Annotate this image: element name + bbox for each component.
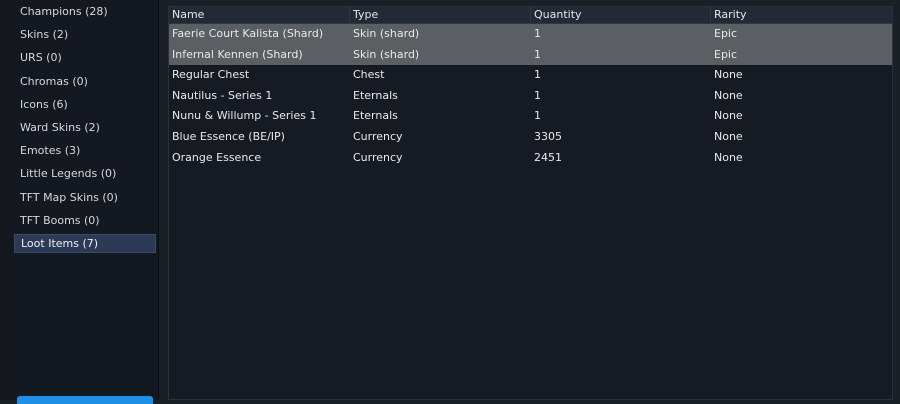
cell-quantity: 1 — [534, 27, 541, 40]
cell-quantity: 1 — [534, 68, 541, 82]
table-row[interactable]: Regular Chest Chest 1 None — [169, 65, 892, 86]
column-header-type[interactable]: Type — [350, 7, 531, 23]
category-list: Champions (28) Skins (2) URS (0) Chromas… — [14, 2, 156, 257]
cell-rarity: None — [714, 109, 743, 123]
cell-type: Eternals — [353, 88, 398, 102]
category-sidebar: Champions (28) Skins (2) URS (0) Chromas… — [9, 0, 159, 400]
cell-quantity: 1 — [534, 47, 541, 61]
column-header-quantity[interactable]: Quantity — [531, 7, 711, 23]
cell-quantity: 1 — [534, 109, 541, 123]
panel-gutter — [159, 0, 168, 400]
cell-type: Currency — [353, 150, 403, 164]
window-left-edge — [0, 0, 9, 400]
table-row[interactable]: Faerie Court Kalista (Shard) Skin (shard… — [169, 24, 892, 45]
cell-name: Infernal Kennen (Shard) — [172, 47, 303, 61]
cell-name: Nautilus - Series 1 — [172, 88, 273, 102]
cell-type: Eternals — [353, 109, 398, 123]
cell-rarity: None — [714, 68, 743, 82]
cell-name: Orange Essence — [172, 150, 262, 164]
cell-quantity: 1 — [534, 88, 541, 102]
column-header-name[interactable]: Name — [169, 7, 350, 23]
table-row[interactable]: Nautilus - Series 1 Eternals 1 None — [169, 86, 892, 107]
cell-name: Blue Essence (BE/IP) — [172, 129, 285, 143]
cell-name: Faerie Court Kalista (Shard) — [172, 27, 324, 40]
sidebar-item-icons[interactable]: Icons (6) — [14, 95, 156, 114]
cell-name: Regular Chest — [172, 68, 250, 82]
sidebar-action-button[interactable] — [17, 396, 153, 404]
cell-rarity: None — [714, 150, 743, 164]
cell-rarity: Epic — [714, 27, 738, 40]
sidebar-item-emotes[interactable]: Emotes (3) — [14, 141, 156, 160]
sidebar-item-loot-items[interactable]: Loot Items (7) — [14, 233, 156, 253]
window-right-edge — [893, 0, 900, 400]
table-header: Name Type Quantity Rarity — [169, 7, 892, 24]
table-row[interactable]: Nunu & Willump - Series 1 Eternals 1 Non… — [169, 106, 892, 127]
sidebar-item-little-legends[interactable]: Little Legends (0) — [14, 164, 156, 183]
sidebar-item-tft-map-skins[interactable]: TFT Map Skins (0) — [14, 188, 156, 207]
cell-type: Currency — [353, 129, 403, 143]
sidebar-item-tft-booms[interactable]: TFT Booms (0) — [14, 211, 156, 230]
column-header-rarity[interactable]: Rarity — [711, 7, 892, 23]
cell-type: Chest — [353, 68, 385, 82]
cell-type: Skin (shard) — [353, 27, 420, 40]
cell-rarity: None — [714, 88, 743, 102]
cell-name: Nunu & Willump - Series 1 — [172, 109, 317, 123]
cell-quantity: 2451 — [534, 150, 562, 164]
cell-type: Skin (shard) — [353, 47, 420, 61]
cell-rarity: Epic — [714, 47, 738, 61]
sidebar-item-champions[interactable]: Champions (28) — [14, 2, 156, 21]
table-row[interactable]: Infernal Kennen (Shard) Skin (shard) 1 E… — [169, 44, 892, 66]
table-row[interactable]: Orange Essence Currency 2451 None — [169, 148, 892, 169]
table-row[interactable]: Blue Essence (BE/IP) Currency 3305 None — [169, 127, 892, 148]
sidebar-item-chromas[interactable]: Chromas (0) — [14, 72, 156, 91]
loot-items-table: Name Type Quantity Rarity Faerie Court K… — [168, 6, 893, 400]
sidebar-item-ward-skins[interactable]: Ward Skins (2) — [14, 118, 156, 137]
sidebar-item-skins[interactable]: Skins (2) — [14, 25, 156, 44]
cell-quantity: 3305 — [534, 129, 562, 143]
sidebar-item-urs[interactable]: URS (0) — [14, 48, 156, 67]
cell-rarity: None — [714, 129, 743, 143]
